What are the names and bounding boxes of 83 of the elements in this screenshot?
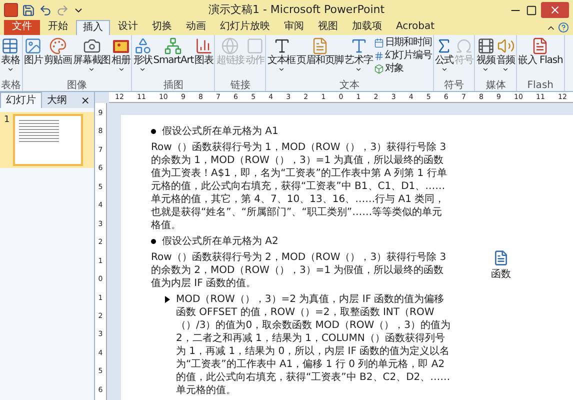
ribbon-tab[interactable]: 插入 [76, 20, 110, 35]
caret-icon [355, 66, 362, 73]
close-button[interactable] [541, 2, 569, 18]
file-tab[interactable]: 文件 [4, 20, 40, 35]
table-icon [1, 37, 20, 55]
ribbon-tab[interactable]: 审阅 [278, 20, 310, 35]
ribbon-button[interactable]: 图表 [194, 37, 214, 66]
group-label: 符号 [444, 80, 464, 91]
group-label: Flash [527, 80, 554, 91]
arrow-bullet-icon [165, 296, 170, 303]
close-pane-button[interactable]: × [80, 93, 94, 108]
ribbon-tab[interactable]: 开始 [42, 20, 74, 35]
undo-icon[interactable] [39, 4, 52, 16]
slide-thumbnail[interactable] [12, 114, 83, 166]
group-label: 图像 [67, 80, 88, 91]
caret-icon [502, 66, 510, 73]
ribbon-button[interactable]: 文本框 [267, 37, 296, 73]
paragraph: 假设公式所在单元格为 A1 [162, 125, 278, 138]
screenshot-icon [82, 37, 101, 55]
caret-icon [139, 66, 146, 73]
ribbon-button[interactable]: 嵌入 Flash [518, 37, 563, 66]
object-label: 函数 [491, 268, 511, 282]
group-label: 插图 [163, 80, 184, 91]
caret-icon [278, 66, 285, 73]
panel-tab[interactable]: 大纲 [42, 93, 72, 108]
ribbon-tab[interactable]: 视图 [312, 20, 344, 35]
group-label: 媒体 [486, 80, 506, 91]
ribbon-tab[interactable]: 设计 [112, 20, 144, 35]
object-icon [374, 64, 384, 74]
shapes-icon [134, 37, 152, 55]
ribbon-tab[interactable]: 加载项 [346, 20, 388, 35]
bullet-icon [151, 129, 156, 134]
close-icon [549, 4, 561, 16]
app-logo-icon [4, 3, 18, 17]
paragraph: MOD（ROW（），3）=2 为真值，内层 IF 函数的值为偏移函数 OFFSET 的值，ROW（）=2，取整函数 INT（ROW（）/3）的值为0，取余数函数 MOD（ROW（），3）的值为 2，二者之和再减 1，结果为 1，COLUMN（）函数获得列号为 1，再减 1，结果为 0，所以，内层 IF 函数的值为定义以名为“工资表”的工作表中 A1，偏移 1 行 0 列的单元格，即 A2 的值，此公式向右填充，获得“工资表”中 B2、C2、D2、……单元格的值。 [176, 293, 451, 397]
chart-icon [194, 37, 213, 55]
smartart-icon [164, 37, 182, 55]
textbox-icon [272, 37, 290, 55]
ribbon-button[interactable]: 幻灯片编号 [374, 50, 432, 62]
document-icon [493, 250, 509, 266]
ribbon-button[interactable]: 音频 [496, 37, 516, 73]
ribbon-button[interactable]: 图片 [24, 37, 43, 66]
ribbon-button[interactable]: 日期和时间 [374, 37, 432, 49]
ribbon-button[interactable]: SmartArt [153, 37, 194, 66]
number-icon [374, 51, 384, 61]
ribbon-button[interactable]: 对象 [374, 63, 432, 75]
caret-icon [440, 66, 448, 73]
caret-icon [482, 66, 490, 73]
group-label: 文本 [340, 80, 360, 91]
caret-icon [118, 66, 125, 73]
paragraph: Row（）函数获得行号为 2，MOD（ROW（），3）获得行号除 3 的余数为 2，MOD（ROW（），3）=1 为假值，所以最终的函数值为内层 IF 函数的值。 [151, 251, 448, 290]
date-icon [374, 38, 384, 48]
maximize-icon[interactable] [526, 4, 537, 16]
help-icon[interactable] [558, 22, 569, 33]
bullet-icon [151, 239, 156, 244]
group-label: 链接 [230, 80, 250, 91]
photo-album-icon [112, 37, 130, 55]
ribbon-button[interactable]: 剪贴画 [44, 37, 72, 66]
ribbon-button[interactable]: 相册 [112, 37, 130, 73]
ribbon-tab[interactable]: Acrobat [390, 20, 441, 35]
ribbon-tab[interactable]: 切换 [146, 20, 178, 35]
caret-icon [6, 66, 14, 73]
audio-icon [496, 37, 515, 55]
omega-icon [455, 37, 474, 55]
paragraph: 假设公式所在单元格为 A2 [162, 235, 278, 248]
video-icon [476, 37, 495, 55]
ribbon-tab[interactable]: 动画 [180, 20, 212, 35]
ribbon-button[interactable]: 页眉和页脚 [296, 37, 344, 66]
ribbon-button[interactable]: 形状 [133, 37, 152, 73]
caret-icon [88, 66, 96, 73]
slide-number: 1 [4, 114, 10, 127]
group-label: 表格 [1, 80, 21, 91]
ribbon-button[interactable]: 艺术字 [344, 37, 373, 73]
paragraph: Row（）函数获得行号为 1，MOD（ROW（），3）获得行号除 3 的余数为 1，MOD（ROW（），3）=1 为真值，所以最终的函数值为工资表！A$1，即，名为“工资表”的工作表中第 A 列第 1 行单元格的值，此公式向右填充，获得“工资表”中 B1、C1、D1、……单元格的值，其它，第 4、7、10、13、16、……行与 A1 类同，也就是获得“姓名”、“所属部门”、“职工类别”……等等类似的单元格值。 [151, 141, 448, 232]
ribbon-button[interactable]: 公式 [434, 37, 454, 73]
window-title: 演示文稿1 - Microsoft PowerPoint [208, 2, 385, 18]
ribbon-tab[interactable]: 幻灯片放映 [214, 20, 276, 35]
picture-icon [24, 37, 42, 55]
save-icon[interactable] [22, 4, 35, 16]
panel-tab[interactable]: 幻灯片 [0, 92, 42, 108]
ribbon-button[interactable]: 视频 [476, 37, 496, 73]
ribbon-button[interactable]: 表格 [1, 37, 20, 73]
ribbon-button[interactable]: 屏幕截图 [73, 37, 111, 73]
